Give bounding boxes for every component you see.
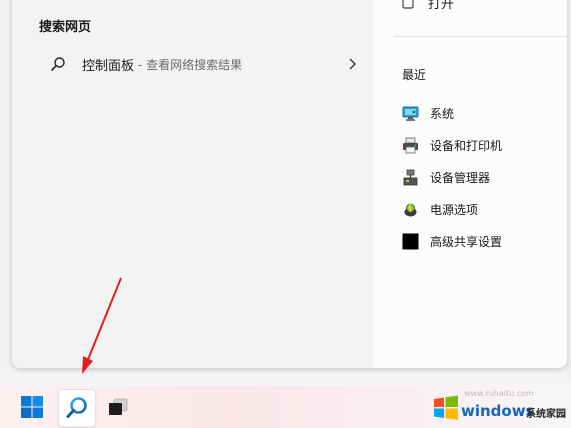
result-label: 控制面板 [82, 58, 135, 74]
recent-item-label: 高级共享设置 [430, 234, 503, 249]
chevron-right-icon[interactable] [347, 57, 357, 71]
system-monitor-icon [402, 106, 419, 121]
windows-start-icon [21, 396, 43, 418]
desktop-strip-right [567, 0, 571, 380]
watermark: www.ruhaitu.com windows 系统家园 [430, 388, 568, 426]
taskbar-search-button[interactable] [58, 389, 96, 427]
open-label: 打开 [428, 0, 455, 12]
watermark-suffix: 系统家园 [526, 409, 566, 420]
recent-item-label: 设备管理器 [430, 170, 491, 185]
details-pane: 打开 最近 系统 设备和打印机 设备管理器 电源选项 高级共享设置 [374, 0, 567, 368]
result-hint: - 查看网络搜索结果 [138, 57, 243, 72]
recent-item-label: 系统 [430, 106, 455, 121]
section-title: 搜索网页 [39, 20, 92, 35]
recent-item-devices-printers[interactable]: 设备和打印机 [402, 129, 502, 161]
recent-item-device-manager[interactable]: 设备管理器 [402, 161, 502, 193]
windows-logo-icon [434, 395, 458, 420]
search-results-pane: 搜索网页 控制面板 - 查看网络搜索结果 [12, 0, 374, 368]
watermark-url: www.ruhaitu.com [464, 389, 534, 398]
start-button[interactable] [14, 389, 50, 425]
power-options-icon [404, 203, 417, 216]
recent-item-label: 电源选项 [430, 202, 479, 217]
recent-item-advanced-sharing[interactable]: 高级共享设置 [402, 225, 502, 257]
open-icon [402, 0, 414, 9]
search-panel: 搜索网页 控制面板 - 查看网络搜索结果 打开 最近 系统 设备和打印机 设备管… [12, 0, 567, 368]
black-square-icon [402, 233, 419, 249]
task-view-icon [109, 398, 128, 415]
device-manager-icon [403, 169, 418, 185]
recent-list: 系统 设备和打印机 设备管理器 电源选项 高级共享设置 [402, 97, 502, 257]
search-icon [66, 397, 87, 418]
recent-title: 最近 [402, 68, 427, 82]
divider [394, 36, 567, 37]
search-icon [51, 57, 65, 71]
recent-item-power-options[interactable]: 电源选项 [402, 193, 502, 225]
web-search-result[interactable]: 控制面板 - 查看网络搜索结果 [39, 48, 359, 80]
watermark-brand: windows [461, 402, 535, 420]
task-view-button[interactable] [100, 389, 136, 425]
recent-item-label: 设备和打印机 [430, 138, 503, 153]
recent-item-system[interactable]: 系统 [402, 97, 502, 129]
printer-icon [403, 137, 418, 153]
open-action[interactable]: 打开 [402, 0, 454, 12]
